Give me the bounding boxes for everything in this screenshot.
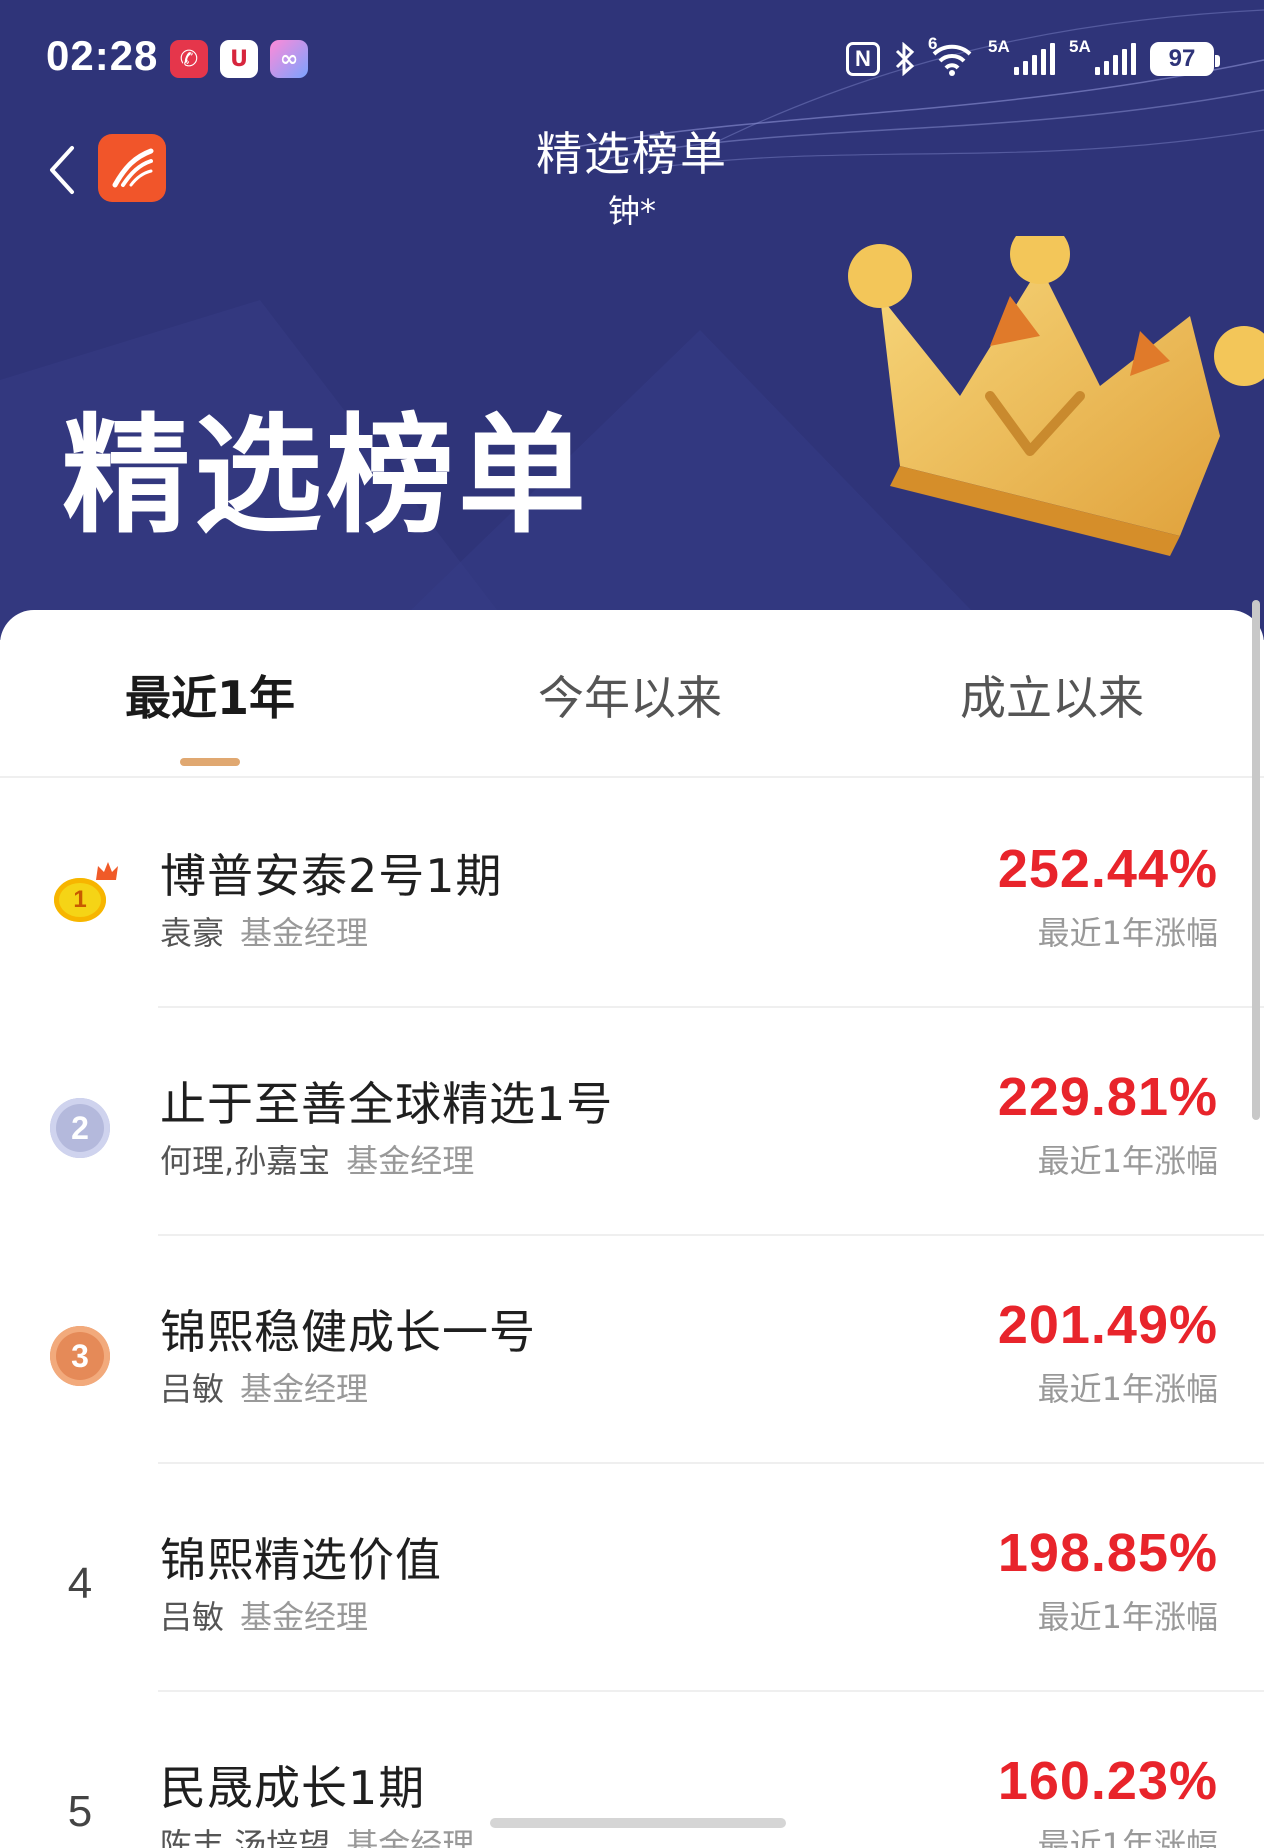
return-label: 最近1年涨幅 (1037, 1826, 1218, 1848)
rank-number: 4 (67, 1559, 93, 1608)
nav-subtitle: 钟* (607, 192, 656, 230)
ranking-card: 最近1年 今年以来 成立以来 1 博普安泰2号1期 袁豪 基金经理 252.44% (0, 610, 1264, 1848)
fund-row[interactable]: 4 锦熙精选价值 吕敏 基金经理 198.85% 最近1年涨幅 (0, 1464, 1264, 1692)
fund-manager: 吕敏 基金经理 (160, 1370, 369, 1408)
battery-icon: 97 (1150, 42, 1220, 76)
active-tab-indicator (180, 758, 240, 766)
return-value: 160.23% (997, 1751, 1218, 1811)
return-value: 198.85% (997, 1523, 1218, 1583)
return-label: 最近1年涨幅 (1037, 914, 1218, 952)
fund-name: 止于至善全球精选1号 (160, 1077, 614, 1131)
rank-badge: 2 (48, 1096, 112, 1160)
rank-number: 5 (67, 1787, 93, 1836)
nfc-icon: N (846, 42, 880, 76)
status-bar: 02:28 ✆ U ∞ N 6 5A 5A 97 (0, 0, 1264, 118)
return-value: 229.81% (997, 1067, 1218, 1127)
signal-sim2-icon: 5A (1069, 37, 1136, 75)
fund-manager: 吕敏 基金经理 (160, 1598, 369, 1636)
tab-year-to-date[interactable]: 今年以来 (480, 662, 780, 762)
bronze-medal-icon: 3 (50, 1326, 110, 1386)
fund-row[interactable]: 3 锦熙稳健成长一号 吕敏 基金经理 201.49% 最近1年涨幅 (0, 1236, 1264, 1464)
tab-recent-1-year[interactable]: 最近1年 (60, 662, 360, 766)
glasses-app-icon: ∞ (270, 40, 308, 78)
fund-manager: 陈丰,汤培望 基金经理 (160, 1826, 475, 1848)
tab-since-inception[interactable]: 成立以来 (902, 662, 1202, 762)
bluetooth-icon (895, 42, 915, 76)
signal-sim1-icon: 5A (988, 37, 1055, 75)
fund-row[interactable]: 1 博普安泰2号1期 袁豪 基金经理 252.44% 最近1年涨幅 (0, 780, 1264, 1008)
rank-badge: 3 (48, 1324, 112, 1388)
missed-call-icon: ✆ (170, 40, 208, 78)
hero-title: 精选榜单 (62, 402, 591, 551)
fund-row[interactable]: 2 止于至善全球精选1号 何理,孙嘉宝 基金经理 229.81% 最近1年涨幅 (0, 1008, 1264, 1236)
crown-icon (848, 236, 1264, 556)
period-tabs: 最近1年 今年以来 成立以来 (0, 610, 1264, 778)
header-banner: 02:28 ✆ U ∞ N 6 5A 5A 97 精选榜单 钟* 精选榜单 (0, 0, 1264, 640)
status-time: 02:28 (46, 32, 159, 79)
fund-manager: 何理,孙嘉宝 基金经理 (160, 1142, 475, 1180)
shield-app-icon: U (220, 40, 258, 78)
small-crown-icon (96, 862, 118, 880)
return-value: 252.44% (997, 839, 1218, 899)
fund-manager: 袁豪 基金经理 (160, 914, 369, 952)
silver-medal-icon: 2 (50, 1098, 110, 1158)
fund-name: 博普安泰2号1期 (160, 849, 503, 903)
return-label: 最近1年涨幅 (1037, 1142, 1218, 1180)
rank-badge: 1 (48, 862, 118, 932)
status-icons: N 6 5A 5A 97 (846, 34, 1220, 80)
fund-name: 锦熙稳健成长一号 (160, 1305, 536, 1359)
fund-name: 民晟成长1期 (160, 1761, 426, 1815)
return-label: 最近1年涨幅 (1037, 1370, 1218, 1408)
fund-name: 锦熙精选价值 (160, 1533, 442, 1587)
return-label: 最近1年涨幅 (1037, 1598, 1218, 1636)
nav-title: 精选榜单 (536, 127, 728, 181)
scrollbar[interactable] (1252, 600, 1260, 1120)
home-indicator[interactable] (490, 1818, 786, 1828)
fund-list: 1 博普安泰2号1期 袁豪 基金经理 252.44% 最近1年涨幅 2 止于至善全… (0, 780, 1264, 1848)
return-value: 201.49% (997, 1295, 1218, 1355)
gold-medal-icon: 1 (54, 862, 118, 922)
wifi-icon: 6 (928, 34, 974, 76)
